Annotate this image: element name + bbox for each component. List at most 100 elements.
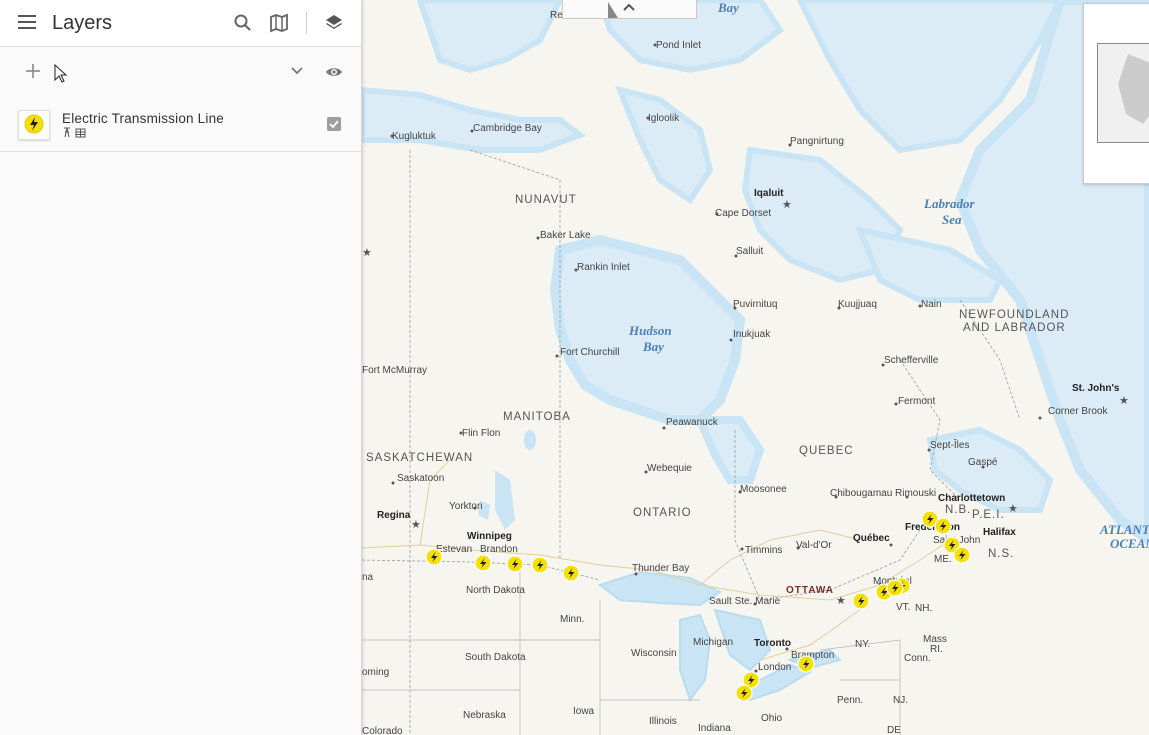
svg-text:Fermont: Fermont (898, 396, 935, 407)
svg-text:★: ★ (362, 247, 372, 259)
layer-name: Electric Transmission Line (62, 111, 225, 126)
svg-text:Labrador: Labrador (923, 196, 976, 211)
svg-text:★: ★ (1008, 503, 1018, 515)
layer-item[interactable]: Electric Transmission Line (0, 100, 361, 152)
overview-map[interactable] (1083, 3, 1149, 184)
svg-text:Rimouski: Rimouski (895, 488, 936, 499)
search-icon[interactable] (233, 13, 253, 33)
svg-text:Cambridge Bay: Cambridge Bay (473, 123, 542, 134)
transmission-marker[interactable] (934, 517, 952, 535)
menu-icon[interactable] (18, 15, 36, 29)
svg-text:Iqaluit: Iqaluit (754, 188, 784, 199)
svg-text:Corner Brook: Corner Brook (1048, 406, 1108, 417)
svg-text:Michigan: Michigan (693, 637, 733, 648)
svg-text:Pangnirtung: Pangnirtung (790, 136, 844, 147)
svg-text:AND LABRADOR: AND LABRADOR (963, 322, 1066, 334)
svg-text:Indiana: Indiana (698, 723, 731, 734)
layers-icon[interactable] (324, 13, 344, 33)
svg-text:DE: DE (887, 725, 901, 735)
svg-text:Salluit: Salluit (736, 246, 763, 257)
svg-text:Kuujjuaq: Kuujjuaq (838, 299, 877, 310)
checkbox-icon[interactable] (327, 117, 341, 131)
overview-extent (1097, 43, 1149, 143)
svg-text:N.S.: N.S. (988, 548, 1014, 560)
svg-text:Val-d'Or: Val-d'Or (796, 540, 832, 551)
svg-text:Kugluktuk: Kugluktuk (392, 131, 437, 142)
svg-text:N.B.: N.B. (945, 504, 971, 516)
svg-text:ATLANTIC: ATLANTIC (1099, 522, 1149, 537)
svg-text:London: London (758, 662, 791, 673)
transmission-marker[interactable] (474, 554, 492, 572)
svg-text:Inukjuak: Inukjuak (733, 329, 771, 340)
svg-text:VT.: VT. (896, 602, 910, 613)
svg-text:Regina: Regina (377, 510, 411, 521)
panel-header: Layers (0, 0, 361, 47)
transmission-marker[interactable] (953, 546, 971, 564)
svg-text:Sept-Îles: Sept-Îles (930, 438, 969, 451)
svg-text:NUNAVUT: NUNAVUT (515, 194, 577, 206)
svg-text:Chibougamau: Chibougamau (830, 488, 892, 499)
svg-text:OCEAN: OCEAN (1110, 536, 1149, 551)
svg-text:SASKATCHEWAN: SASKATCHEWAN (366, 452, 473, 464)
svg-text:Flin Flon: Flin Flon (462, 428, 500, 439)
svg-text:NEWFOUNDLAND: NEWFOUNDLAND (959, 309, 1069, 321)
cursor-icon (54, 64, 68, 83)
transmission-marker[interactable] (425, 548, 443, 566)
transmission-marker[interactable] (735, 684, 753, 702)
svg-text:Winnipeg: Winnipeg (467, 531, 512, 542)
svg-text:★: ★ (1119, 395, 1129, 407)
transmission-marker[interactable] (852, 592, 870, 610)
svg-text:Yorkton: Yorkton (449, 501, 483, 512)
svg-text:Illinois: Illinois (649, 716, 677, 727)
svg-text:ME.: ME. (934, 554, 952, 565)
chevron-down-icon[interactable] (290, 66, 304, 76)
svg-text:Toronto: Toronto (754, 638, 791, 649)
svg-text:QUEBEC: QUEBEC (799, 445, 854, 457)
svg-text:Charlottetown: Charlottetown (938, 493, 1005, 504)
transmission-marker[interactable] (506, 555, 524, 573)
svg-text:Gaspé: Gaspé (968, 457, 998, 468)
svg-text:P.E.I.: P.E.I. (972, 509, 1005, 521)
svg-text:Nain: Nain (921, 299, 942, 310)
svg-text:Penn.: Penn. (837, 695, 863, 706)
svg-text:Conn.: Conn. (904, 653, 931, 664)
svg-text:Bay: Bay (717, 0, 739, 15)
svg-text:Colorado: Colorado (362, 726, 403, 735)
layers-panel: Layers Electric Transmission Line (0, 0, 362, 735)
svg-text:Wisconsin: Wisconsin (631, 648, 677, 659)
transmission-marker[interactable] (797, 655, 815, 673)
svg-text:Fort McMurray: Fort McMurray (362, 365, 427, 376)
tower-icon (64, 127, 70, 138)
svg-text:Pond Inlet: Pond Inlet (656, 40, 701, 51)
transmission-marker[interactable] (886, 579, 904, 597)
svg-text:ONTARIO: ONTARIO (633, 507, 692, 519)
add-icon[interactable] (24, 62, 42, 80)
transmission-marker[interactable] (531, 556, 549, 574)
map-nav-control[interactable] (562, 0, 697, 19)
panel-title: Layers (52, 12, 113, 34)
layer-thumbnail (18, 110, 50, 140)
svg-text:Hudson: Hudson (628, 323, 672, 338)
svg-text:Thunder Bay: Thunder Bay (632, 563, 689, 574)
transmission-marker[interactable] (562, 564, 580, 582)
svg-text:NJ.: NJ. (893, 695, 908, 706)
svg-text:Igloolik: Igloolik (648, 113, 680, 124)
chevron-up-icon[interactable] (623, 3, 635, 11)
svg-text:Ohio: Ohio (761, 713, 783, 724)
svg-text:★: ★ (411, 519, 421, 531)
map-icon[interactable] (269, 13, 289, 33)
svg-text:Rankin Inlet: Rankin Inlet (577, 262, 630, 273)
layer-subicons (62, 127, 88, 141)
svg-text:Baker Lake: Baker Lake (540, 230, 591, 241)
svg-text:Halifax: Halifax (983, 527, 1016, 538)
svg-text:na: na (362, 572, 374, 583)
svg-text:Minn.: Minn. (560, 614, 584, 625)
svg-text:OTTAWA: OTTAWA (786, 585, 834, 596)
eye-icon[interactable] (325, 65, 343, 79)
svg-text:Puvirnituq: Puvirnituq (733, 299, 777, 310)
svg-text:Saskatoon: Saskatoon (397, 473, 444, 484)
svg-text:Brandon: Brandon (480, 544, 518, 555)
svg-text:Cape Dorset: Cape Dorset (715, 208, 771, 219)
compass-icon[interactable] (608, 2, 618, 18)
svg-text:Bay: Bay (642, 339, 664, 354)
